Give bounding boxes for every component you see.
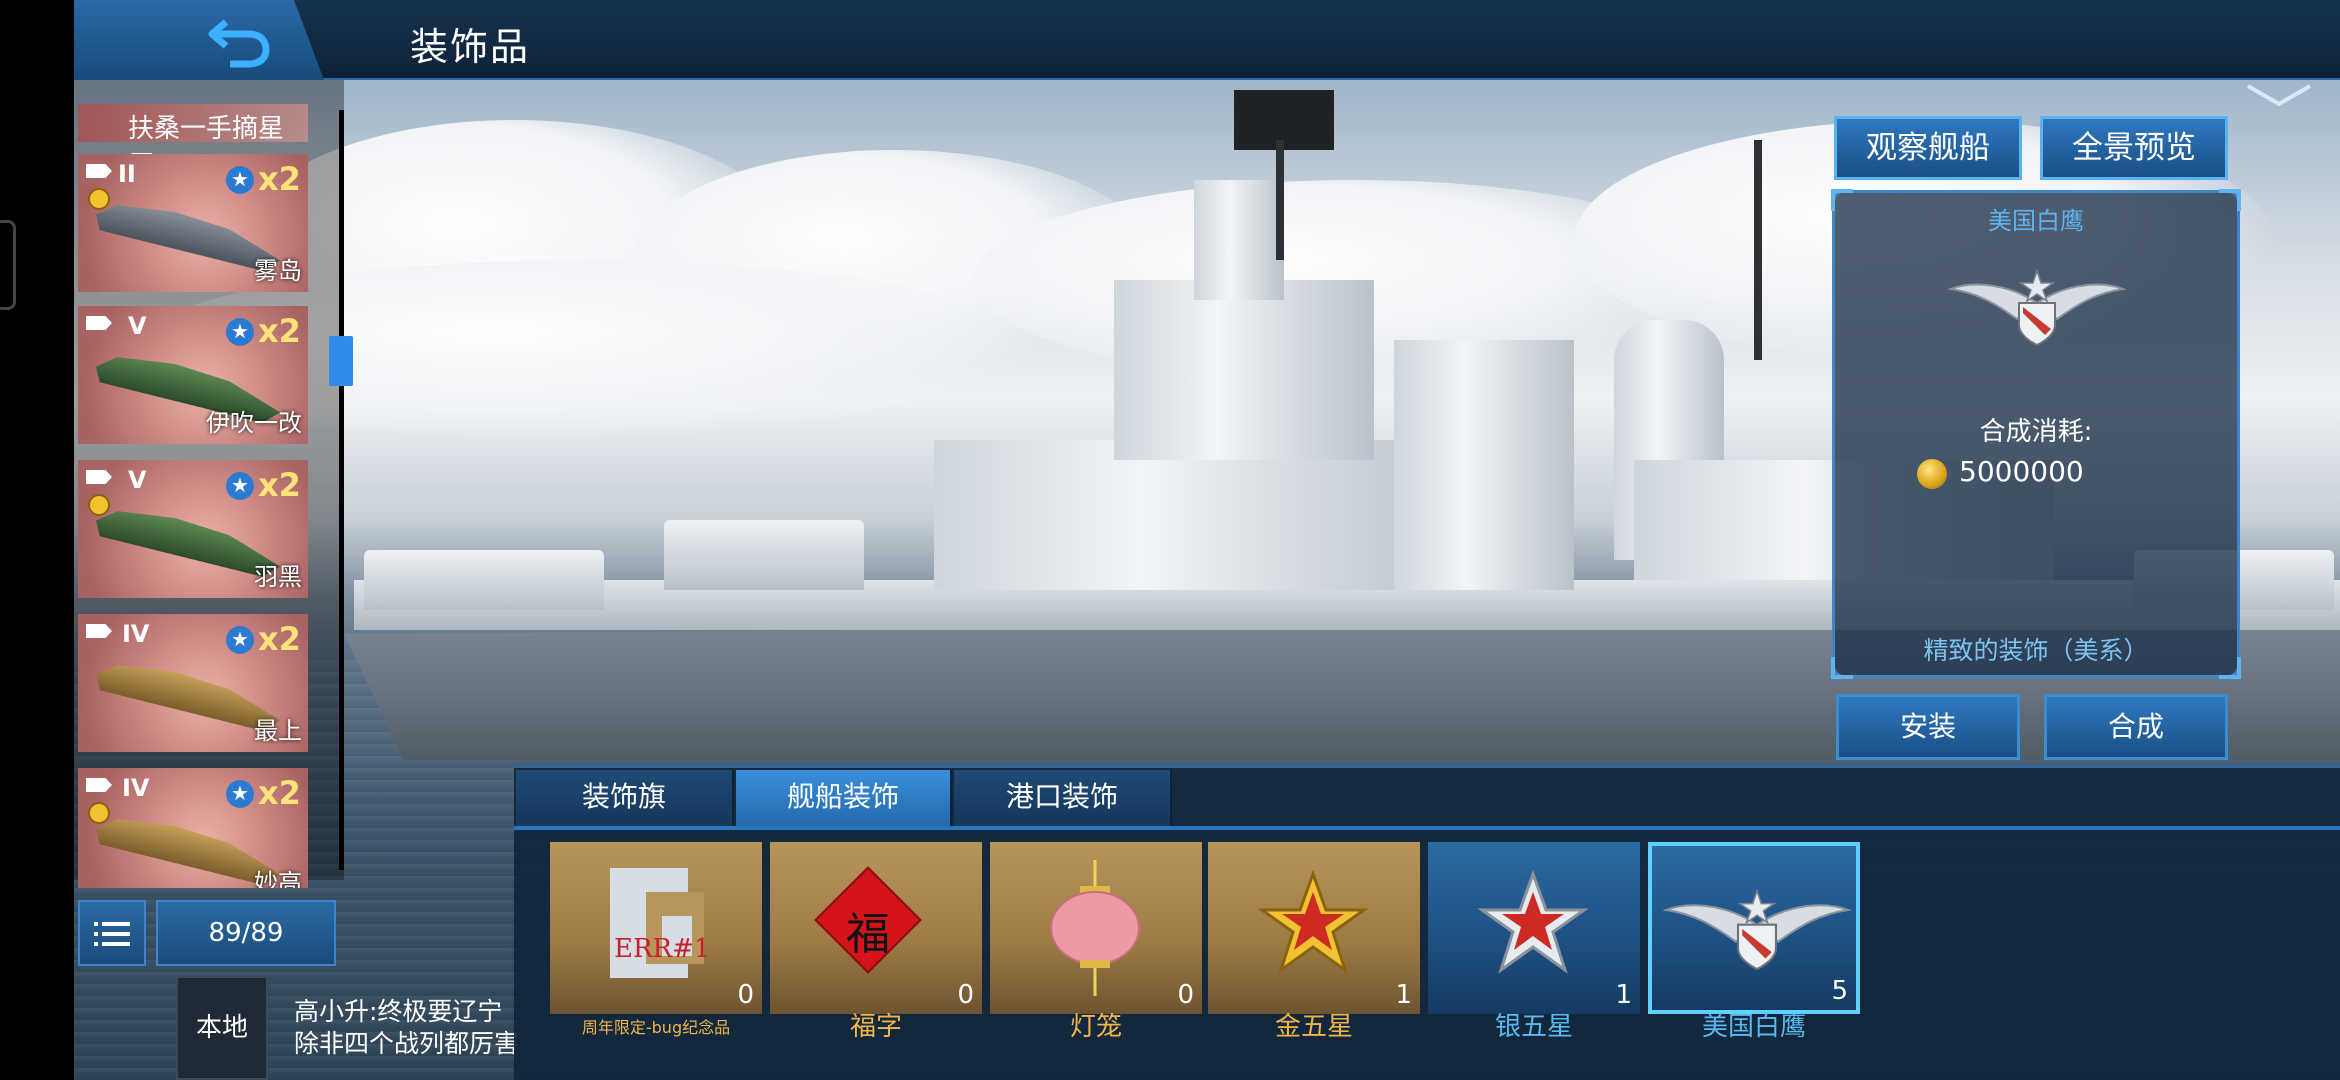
chat-line: 高小升:终极要辽宁	[294, 997, 503, 1026]
cost-value: 5000000	[1959, 455, 2084, 488]
tier-label: II	[118, 160, 136, 188]
err-text: ERR#1	[614, 934, 711, 964]
item-label: 福字	[849, 1012, 902, 1042]
page-title: 装饰品	[410, 25, 531, 69]
ship-card[interactable]: IV ★ x2 最上	[78, 614, 308, 752]
list-view-button[interactable]	[78, 900, 146, 966]
combine-button[interactable]: 合成	[2044, 694, 2228, 760]
item-count: 5	[1831, 976, 1848, 1006]
multiplier: x2	[258, 466, 301, 504]
star-icon: ★	[226, 780, 254, 808]
tier-label: IV	[122, 774, 150, 802]
item-label: 银五星	[1494, 1012, 1573, 1042]
tab-decoration-flag[interactable]: 装饰旗	[516, 770, 734, 826]
back-arrow-icon	[208, 19, 270, 68]
tier-flag-icon	[86, 164, 112, 178]
observe-ship-button[interactable]: 观察舰船	[1834, 116, 2022, 180]
ship-card[interactable]: IV ★ x2 妙高	[78, 768, 308, 888]
lantern-icon	[1050, 860, 1140, 996]
ship-name: 最上	[254, 717, 302, 745]
back-button[interactable]	[74, 0, 324, 80]
scrollbar-track[interactable]	[339, 110, 344, 870]
item-label: 周年限定-bug纪念品	[581, 1018, 731, 1037]
list-header: 扶桑一手摘星辰	[78, 104, 308, 181]
star-icon: ★	[226, 166, 254, 194]
ship-count: 89/89	[156, 900, 336, 966]
multiplier: x2	[258, 620, 301, 658]
ship-card[interactable]: V ★ x2 伊吹一改	[78, 306, 308, 444]
ship-card[interactable]: V ★ x2 羽黑	[78, 460, 308, 598]
coin-icon	[1917, 459, 1947, 489]
chat-message: 高小升:终极要辽宁 除非四个战列都厉害	[294, 996, 544, 1080]
local-chat-tab[interactable]: 本地	[176, 976, 268, 1080]
item-card-lantern[interactable]: 0	[990, 842, 1202, 1014]
panorama-preview-button[interactable]: 全景预览	[2040, 116, 2228, 180]
tier-flag-icon	[86, 624, 112, 638]
medal-icon	[88, 802, 110, 824]
tier-flag-icon	[86, 316, 112, 330]
item-card-american-eagle[interactable]: 5	[1648, 842, 1860, 1014]
item-card-fu[interactable]: 福 0	[770, 842, 982, 1014]
silver-star-icon	[1478, 870, 1588, 974]
multiplier: x2	[258, 774, 301, 812]
tier-flag-icon	[86, 778, 112, 792]
tab-underline	[514, 826, 2340, 830]
tab-ship-decoration[interactable]: 舰船装饰	[736, 770, 952, 826]
chat-line: 除非四个战列都厉害	[294, 1029, 520, 1058]
item-detail-panel: 美国白鹰 合成消耗: 5000000 精致的装饰（美系）	[1831, 189, 2241, 679]
fu-text: 福	[846, 909, 890, 960]
screen-edge	[0, 0, 74, 1080]
eagle-icon	[1662, 888, 1852, 971]
multiplier: x2	[258, 312, 301, 350]
item-card-bug-souvenir[interactable]: ERR#1 0	[550, 842, 762, 1014]
item-label: 美国白鹰	[1701, 1012, 1806, 1042]
item-card-gold-star[interactable]: 1	[1208, 842, 1420, 1014]
star-icon: ★	[226, 626, 254, 654]
item-count: 0	[737, 980, 754, 1010]
medal-icon	[88, 494, 110, 516]
medal-icon	[88, 188, 110, 210]
cost-label: 合成消耗:	[1979, 417, 2093, 447]
gold-star-icon	[1258, 870, 1368, 974]
tier-label: V	[128, 312, 147, 340]
collapse-chevron-icon[interactable]	[2244, 82, 2314, 108]
install-button[interactable]: 安装	[1836, 694, 2020, 760]
ship-card[interactable]: II ★ x2 雾岛	[78, 154, 308, 292]
ship-name: 妙高	[254, 869, 302, 888]
ship-name: 羽黑	[254, 563, 302, 591]
item-label: 金五星	[1274, 1012, 1353, 1042]
tab-harbor-decoration[interactable]: 港口装饰	[954, 770, 1172, 826]
multiplier: x2	[258, 160, 301, 198]
scrollbar-thumb[interactable]	[329, 336, 353, 386]
star-icon: ★	[226, 472, 254, 500]
tier-label: IV	[122, 620, 150, 648]
tier-label: V	[128, 466, 147, 494]
item-name: 美国白鹰	[1988, 207, 2084, 235]
star-icon: ★	[226, 318, 254, 346]
item-label: 灯笼	[1069, 1012, 1122, 1042]
ship-name: 伊吹一改	[206, 409, 302, 437]
tier-flag-icon	[86, 470, 112, 484]
ship-name: 雾岛	[254, 257, 302, 285]
item-card-silver-star[interactable]: 1	[1428, 842, 1640, 1014]
item-description: 精致的装饰（美系）	[1923, 636, 2149, 665]
eagle-icon	[1947, 268, 2127, 347]
